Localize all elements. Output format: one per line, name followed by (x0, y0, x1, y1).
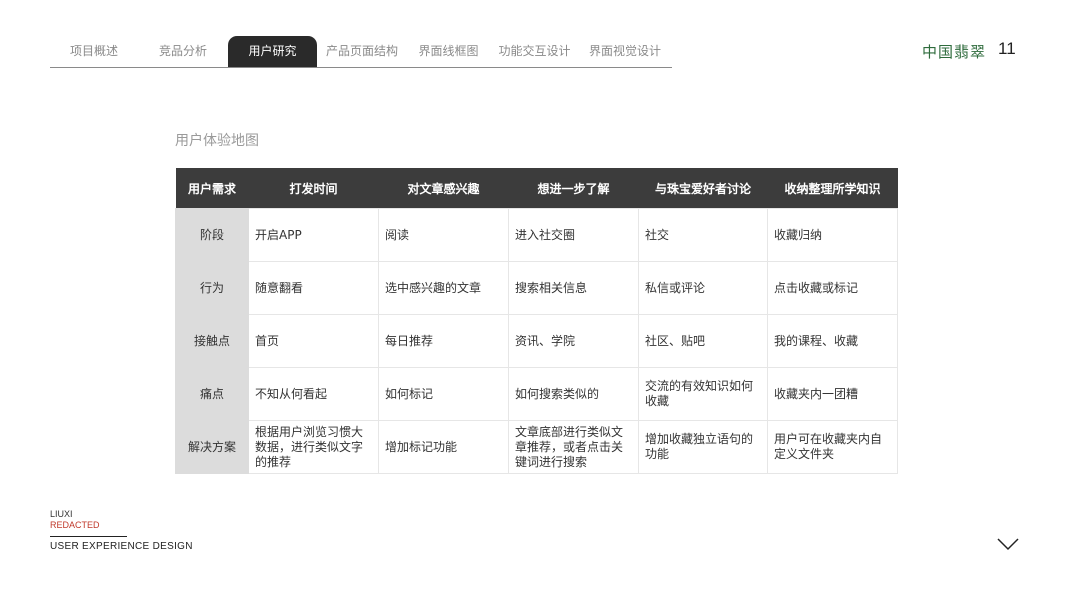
user-experience-map-table: 用户需求 打发时间 对文章感兴趣 想进一步了解 与珠宝爱好者讨论 收纳整理所学知… (175, 168, 898, 474)
table-cell: 搜索相关信息 (508, 261, 639, 315)
tab-page-structure[interactable]: 产品页面结构 (317, 36, 407, 67)
author-block: LIUXI REDACTED (50, 509, 100, 531)
table-row: 接触点 首页 每日推荐 资讯、学院 社区、贴吧 我的课程、收藏 (175, 314, 898, 368)
table-cell: 收藏归纳 (767, 208, 898, 262)
brand-logo-text: 中国翡翠 (922, 43, 987, 61)
table-cell: 社交 (638, 208, 768, 262)
table-header-cell: 与珠宝爱好者讨论 (638, 168, 768, 209)
table-cell: 交流的有效知识如何收藏 (638, 367, 768, 421)
table-cell: 首页 (248, 314, 379, 368)
tab-competitor-analysis[interactable]: 竞品分析 (138, 36, 228, 67)
section-title: 用户体验地图 (175, 133, 259, 149)
table-row: 解决方案 根据用户浏览习惯大数据，进行类似文字的推荐 增加标记功能 文章底部进行… (175, 420, 898, 474)
table-header-cell: 收纳整理所学知识 (767, 168, 898, 209)
row-label: 痛点 (175, 367, 249, 421)
table-header-row: 用户需求 打发时间 对文章感兴趣 想进一步了解 与珠宝爱好者讨论 收纳整理所学知… (175, 168, 898, 209)
table-cell: 选中感兴趣的文章 (378, 261, 509, 315)
table-cell: 如何标记 (378, 367, 509, 421)
table-cell: 根据用户浏览习惯大数据，进行类似文字的推荐 (248, 420, 379, 474)
footer-divider (50, 536, 127, 537)
table-cell: 增加标记功能 (378, 420, 509, 474)
table-cell: 文章底部进行类似文章推荐，或者点击关键词进行搜索 (508, 420, 639, 474)
table-cell: 我的课程、收藏 (767, 314, 898, 368)
row-label: 阶段 (175, 208, 249, 262)
table-cell: 阅读 (378, 208, 509, 262)
page-number: 11 (998, 39, 1016, 58)
tab-visual-design[interactable]: 界面视觉设计 (579, 36, 671, 67)
table-row: 阶段 开启APP 阅读 进入社交圈 社交 收藏归纳 (175, 208, 898, 262)
table-row: 行为 随意翻看 选中感兴趣的文章 搜索相关信息 私信或评论 点击收藏或标记 (175, 261, 898, 315)
table-cell: 进入社交圈 (508, 208, 639, 262)
tab-project-overview[interactable]: 项目概述 (50, 36, 138, 67)
row-label: 接触点 (175, 314, 249, 368)
tab-interaction-design[interactable]: 功能交互设计 (490, 36, 579, 67)
top-tab-nav: 项目概述 竞品分析 用户研究 产品页面结构 界面线框图 功能交互设计 界面视觉设… (50, 36, 672, 68)
table-cell: 私信或评论 (638, 261, 768, 315)
tab-user-research[interactable]: 用户研究 (228, 36, 317, 67)
row-label: 行为 (175, 261, 249, 315)
author-redacted: REDACTED (50, 520, 100, 530)
table-cell: 点击收藏或标记 (767, 261, 898, 315)
table-cell: 随意翻看 (248, 261, 379, 315)
chevron-down-icon[interactable] (996, 536, 1020, 552)
table-cell: 用户可在收藏夹内自定义文件夹 (767, 420, 898, 474)
row-label: 解决方案 (175, 420, 249, 474)
tab-wireframes[interactable]: 界面线框图 (407, 36, 490, 67)
table-cell: 开启APP (248, 208, 379, 262)
table-cell: 收藏夹内一团糟 (767, 367, 898, 421)
table-header-cell: 对文章感兴趣 (378, 168, 509, 209)
table-cell: 增加收藏独立语句的功能 (638, 420, 768, 474)
author-name: LIUXI (50, 509, 73, 519)
table-header-cell: 打发时间 (248, 168, 379, 209)
table-row: 痛点 不知从何看起 如何标记 如何搜索类似的 交流的有效知识如何收藏 收藏夹内一… (175, 367, 898, 421)
table-cell: 每日推荐 (378, 314, 509, 368)
table-header-cell: 用户需求 (175, 168, 249, 209)
table-cell: 不知从何看起 (248, 367, 379, 421)
table-cell: 资讯、学院 (508, 314, 639, 368)
footer-label: USER EXPERIENCE DESIGN (50, 541, 193, 552)
table-cell: 社区、贴吧 (638, 314, 768, 368)
table-header-cell: 想进一步了解 (508, 168, 639, 209)
table-cell: 如何搜索类似的 (508, 367, 639, 421)
